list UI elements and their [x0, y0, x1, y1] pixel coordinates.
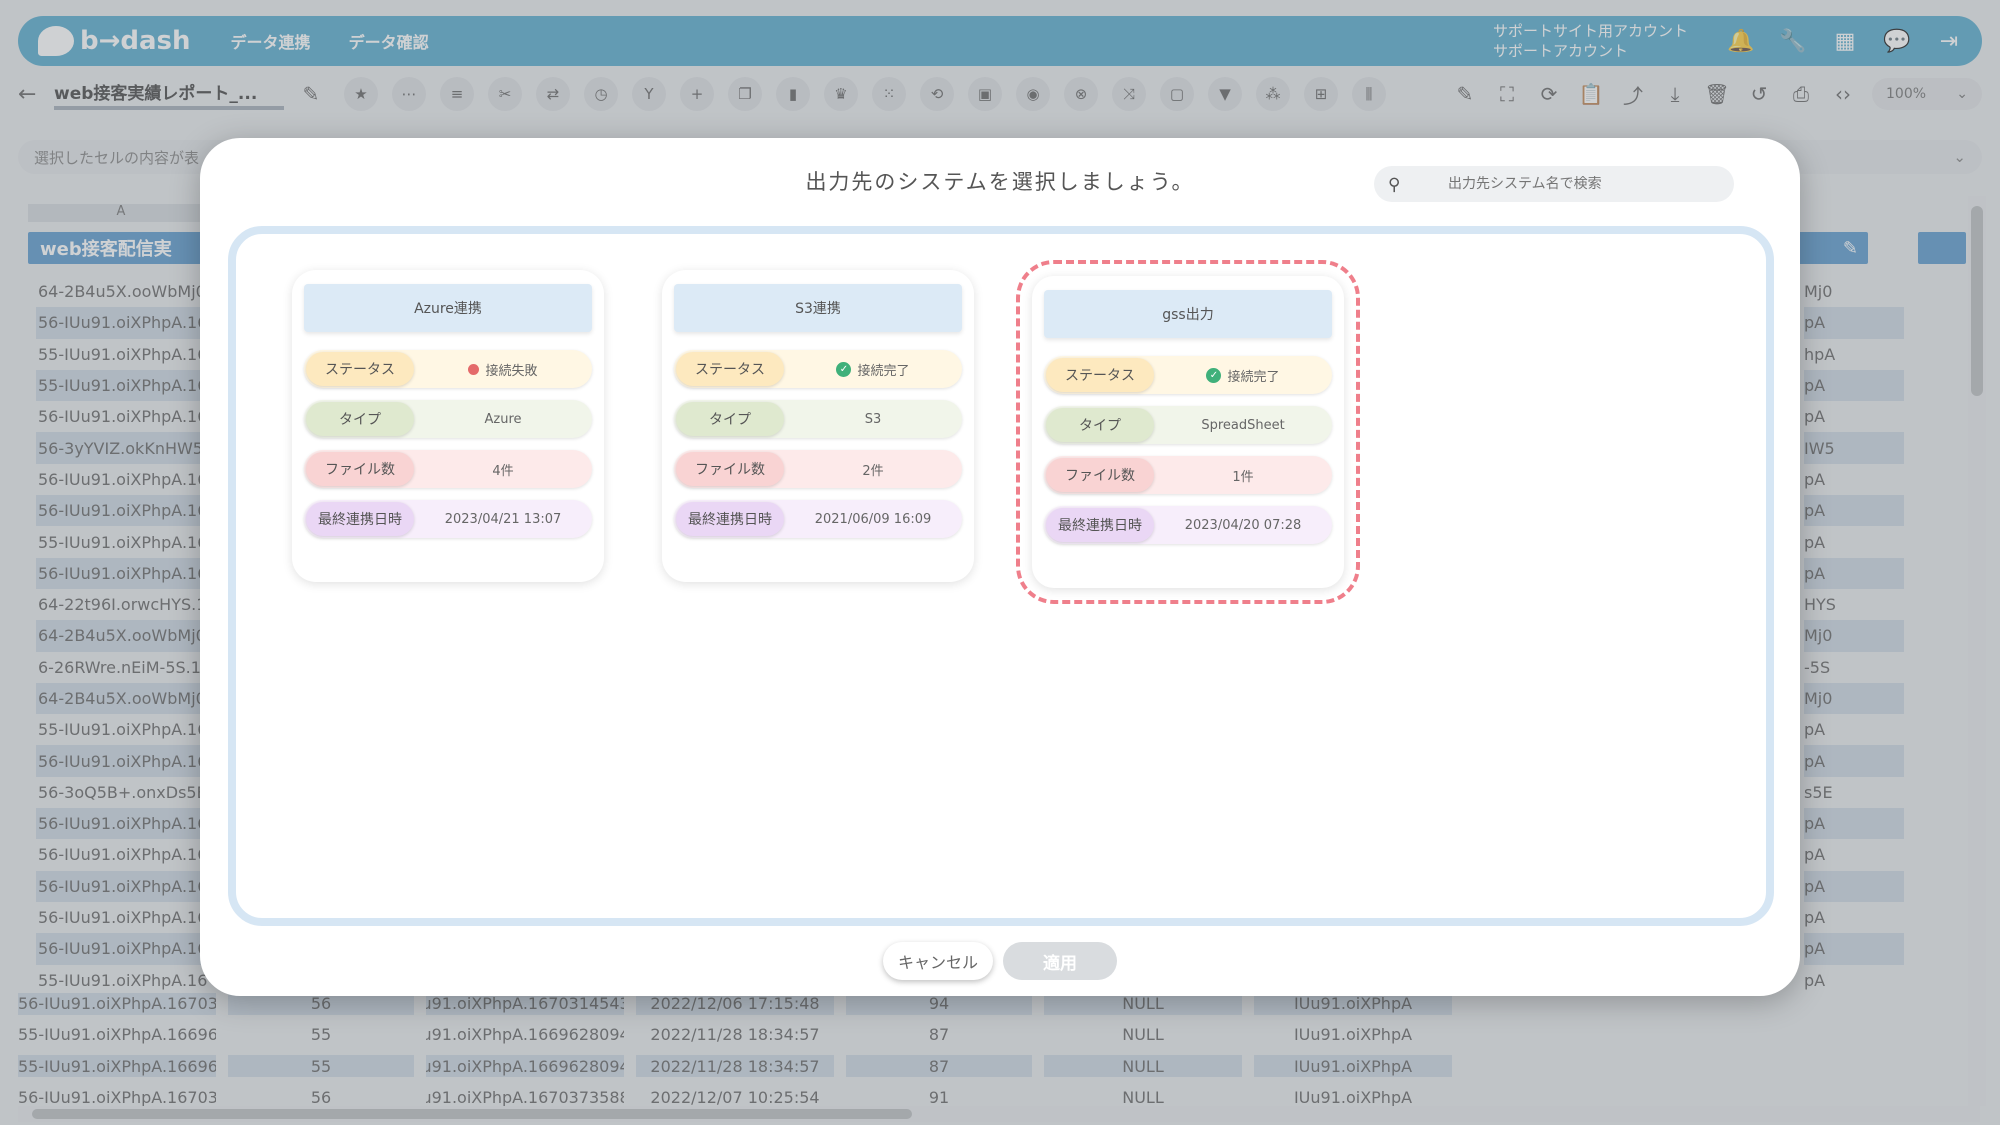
card-name: Azure連携 [304, 284, 592, 332]
last-sync-row: 最終連携日時 2021/06/09 16:09 [674, 500, 962, 538]
status-label: ステータス [676, 352, 784, 386]
status-value: ✓ 接続完了 [1154, 366, 1332, 385]
files-row: ファイル数 1件 [1044, 456, 1332, 494]
last-sync-row: 最終連携日時 2023/04/20 07:28 [1044, 506, 1332, 544]
system-card[interactable]: gss出力ステータス ✓ 接続完了タイプ SpreadSheet ファイル数 1件最終連携… [1016, 260, 1360, 604]
system-search[interactable]: ⚲ [1374, 166, 1734, 202]
modal-actions: キャンセル 適用 [200, 942, 1800, 980]
last-sync-value: 2021/06/09 16:09 [814, 511, 932, 527]
type-value: SpreadSheet [1201, 417, 1285, 433]
files-label: ファイル数 [306, 452, 414, 486]
card-name: gss出力 [1044, 290, 1332, 338]
last-sync-label: 最終連携日時 [676, 502, 784, 536]
type-value: S3 [864, 411, 882, 427]
files-value: 4件 [492, 463, 514, 479]
status-row: ステータス ✓ 接続完了 [674, 350, 962, 388]
status-label: ステータス [1046, 358, 1154, 392]
type-label: タイプ [676, 402, 784, 436]
system-cards-panel: Azure連携ステータス 接続失敗タイプ Azure ファイル数 4件最終連携日時 202… [228, 226, 1774, 926]
last-sync-label: 最終連携日時 [306, 502, 414, 536]
status-text: 接続完了 [1227, 369, 1280, 385]
type-label: タイプ [1046, 408, 1154, 442]
files-label: ファイル数 [1046, 458, 1154, 492]
output-system-modal: 出力先のシステムを選択しましょう。 ⚲ Azure連携ステータス接続失敗タイプA… [200, 138, 1800, 996]
status-value: ✓ 接続完了 [784, 360, 962, 379]
status-text: 接続完了 [857, 363, 910, 379]
cancel-button[interactable]: キャンセル [883, 942, 993, 980]
last-sync-value: 2023/04/20 07:28 [1184, 517, 1302, 533]
last-sync-row: 最終連携日時 2023/04/21 13:07 [304, 500, 592, 538]
system-search-input[interactable] [1448, 176, 1708, 192]
error-dot-icon [468, 363, 480, 375]
files-value: 1件 [1232, 469, 1254, 485]
status-label: ステータス [306, 352, 414, 386]
type-row: タイプ SpreadSheet [1044, 406, 1332, 444]
last-sync-label: 最終連携日時 [1046, 508, 1154, 542]
last-sync-value: 2023/04/21 13:07 [444, 511, 562, 527]
status-row: ステータス ✓ 接続完了 [1044, 356, 1332, 394]
files-value: 2件 [862, 463, 884, 479]
check-circle-icon: ✓ [836, 361, 852, 377]
type-row: タイプ Azure [304, 400, 592, 438]
status-row: ステータス 接続失敗 [304, 350, 592, 388]
system-card[interactable]: Azure連携ステータス 接続失敗タイプ Azure ファイル数 4件最終連携日時 202… [292, 270, 604, 582]
apply-button[interactable]: 適用 [1003, 942, 1117, 980]
type-row: タイプ S3 [674, 400, 962, 438]
files-label: ファイル数 [676, 452, 784, 486]
system-card[interactable]: S3連携ステータス ✓ 接続完了タイプ S3 ファイル数 2件最終連携日時 2021/06/… [662, 270, 974, 582]
check-circle-icon: ✓ [1206, 367, 1222, 383]
card-name: S3連携 [674, 284, 962, 332]
search-icon: ⚲ [1388, 175, 1401, 195]
files-row: ファイル数 4件 [304, 450, 592, 488]
files-row: ファイル数 2件 [674, 450, 962, 488]
type-value: Azure [484, 411, 522, 427]
status-text: 接続失敗 [485, 363, 538, 379]
status-value: 接続失敗 [414, 360, 592, 379]
type-label: タイプ [306, 402, 414, 436]
